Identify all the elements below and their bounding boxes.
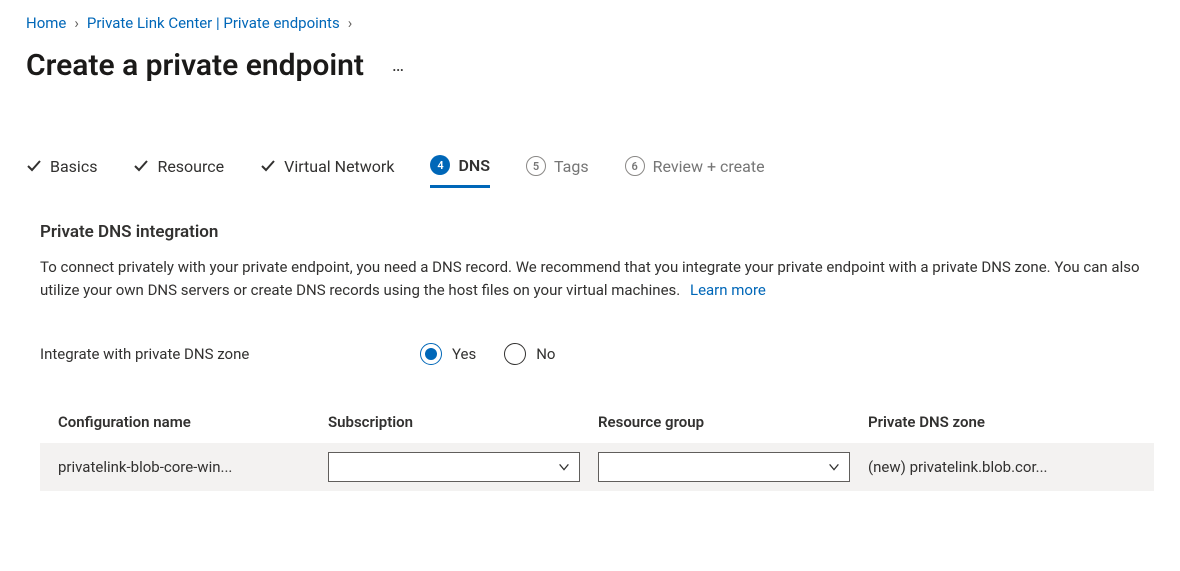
tab-tags[interactable]: 5 Tags [526, 156, 589, 186]
cell-private-dns-zone: (new) privatelink.blob.cor... [868, 458, 1138, 476]
check-icon [26, 158, 42, 174]
radio-label: Yes [452, 345, 476, 363]
col-subscription: Subscription [328, 413, 598, 431]
breadcrumb-private-link[interactable]: Private Link Center | Private endpoints [87, 14, 340, 32]
tab-resource[interactable]: Resource [133, 157, 224, 186]
cell-config-name: privatelink-blob-core-win... [58, 458, 328, 476]
tab-label: Review + create [653, 157, 765, 176]
learn-more-link[interactable]: Learn more [690, 281, 766, 299]
radio-no[interactable]: No [504, 343, 555, 365]
subscription-dropdown[interactable] [328, 452, 580, 482]
integrate-dns-label: Integrate with private DNS zone [40, 345, 420, 363]
dns-config-table: Configuration name Subscription Resource… [40, 413, 1154, 491]
radio-icon [504, 343, 526, 365]
tab-label: Basics [50, 157, 97, 176]
radio-icon [420, 343, 442, 365]
col-configuration-name: Configuration name [58, 413, 328, 431]
chevron-right-icon: › [74, 14, 79, 32]
description-text: To connect privately with your private e… [40, 258, 1140, 299]
table-row: privatelink-blob-core-win... (new) priva… [40, 443, 1154, 491]
tab-dns[interactable]: 4 DNS [430, 155, 490, 188]
check-icon [260, 158, 276, 174]
tab-label: DNS [458, 156, 490, 175]
chevron-right-icon: › [348, 14, 353, 32]
col-private-dns-zone: Private DNS zone [868, 413, 1138, 431]
wizard-tabs: Basics Resource Virtual Network 4 DNS 5 … [26, 155, 1154, 188]
chevron-down-icon [557, 460, 571, 474]
tab-basics[interactable]: Basics [26, 157, 97, 186]
tab-review-create[interactable]: 6 Review + create [625, 156, 765, 186]
tab-virtual-network[interactable]: Virtual Network [260, 157, 394, 186]
radio-label: No [536, 345, 555, 363]
more-icon[interactable]: … [392, 55, 404, 76]
radio-yes[interactable]: Yes [420, 343, 476, 365]
tab-label: Tags [554, 157, 589, 176]
page-title: Create a private endpoint [26, 48, 364, 83]
step-number: 5 [526, 156, 546, 176]
check-icon [133, 158, 149, 174]
section-description: To connect privately with your private e… [40, 256, 1145, 303]
tab-label: Virtual Network [284, 157, 394, 176]
integrate-dns-radio-group: Yes No [420, 343, 556, 365]
breadcrumb-home[interactable]: Home [26, 14, 66, 32]
breadcrumb: Home › Private Link Center | Private end… [26, 14, 1154, 32]
step-number: 4 [430, 155, 450, 175]
col-resource-group: Resource group [598, 413, 868, 431]
chevron-down-icon [827, 460, 841, 474]
tab-label: Resource [157, 157, 224, 176]
section-heading: Private DNS integration [40, 222, 1154, 242]
step-number: 6 [625, 156, 645, 176]
resource-group-dropdown[interactable] [598, 452, 850, 482]
